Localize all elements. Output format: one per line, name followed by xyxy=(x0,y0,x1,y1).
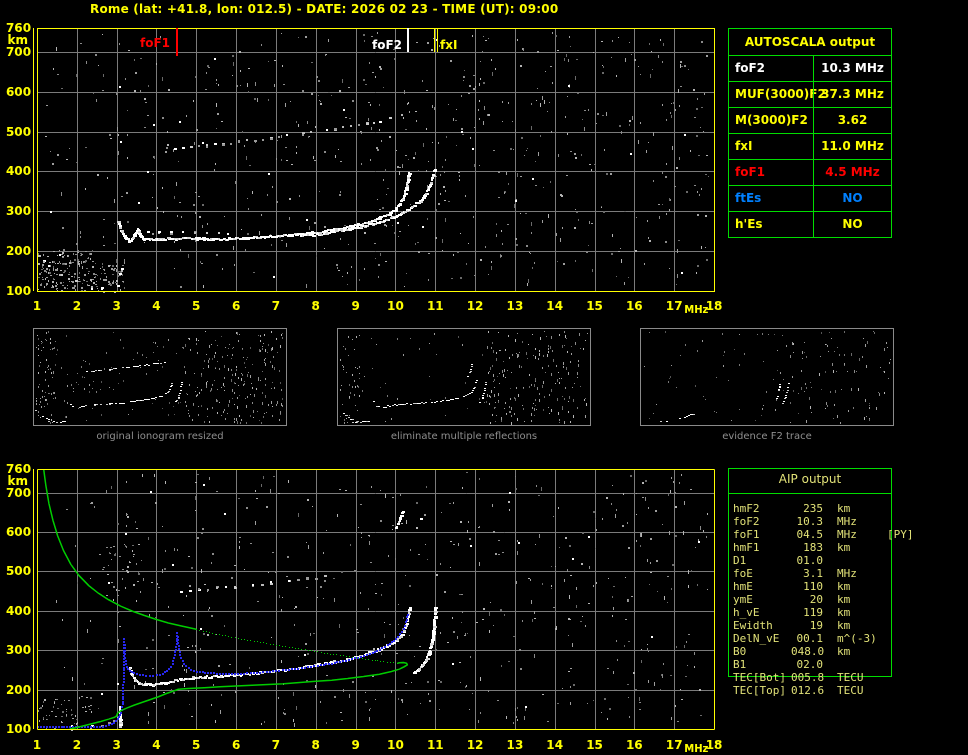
aip-row-unit: TECU xyxy=(837,684,864,697)
row-label: ftEs xyxy=(735,191,762,205)
aip-row-label: hmE xyxy=(733,580,753,593)
bottom-ionogram-plot-canvas xyxy=(0,458,730,755)
aip-row-value: 110 xyxy=(803,580,823,593)
aip-row-label: foF1 xyxy=(733,528,760,541)
aip-row-ewidth: Ewidth 19 km xyxy=(733,619,966,632)
aip-row-value: 005.8 xyxy=(791,671,825,684)
aip-row-unit: m^(-3) xyxy=(837,632,877,645)
aip-row-deln-ve: DelN_vE 00.1 m^(-3) xyxy=(733,632,966,645)
aip-row-label: hmF2 xyxy=(733,502,760,515)
aip-row-label: Ewidth xyxy=(733,619,773,632)
fxi-marker-label: fxI xyxy=(440,38,458,52)
aip-row-unit: km xyxy=(837,580,851,593)
aip-row-value: 3.1 xyxy=(803,567,823,580)
aip-row-label: B1 xyxy=(733,658,747,671)
aip-row-unit: km xyxy=(837,606,851,619)
aip-row-label: B0 xyxy=(733,645,747,658)
row-value: 4.5 MHz xyxy=(813,160,891,185)
row-value: NO xyxy=(813,186,891,211)
aip-row-label: hmF1 xyxy=(733,541,760,554)
aip-table-header: AIP output xyxy=(778,472,842,486)
aip-row-unit: km xyxy=(837,619,851,632)
aip-row-unit: km xyxy=(837,645,851,658)
aip-row-label: h_vE xyxy=(733,606,760,619)
aip-row-label: ymE xyxy=(733,593,753,606)
thumbnail-multiple-reflections-removed xyxy=(337,328,591,426)
row-label: foF1 xyxy=(735,165,766,179)
aip-row-value: 119 xyxy=(803,606,823,619)
aip-row-label: D1 xyxy=(733,554,747,567)
aip-row-note: [PY] xyxy=(887,528,914,541)
aip-row-fof1: foF1 04.5 MHz [PY] xyxy=(733,528,966,541)
row-label: M(3000)F2 xyxy=(735,113,808,127)
row-value: 11.0 MHz xyxy=(813,134,891,159)
aip-row-label: foE xyxy=(733,567,753,580)
aip-row-d1: D1 01.0 xyxy=(733,554,966,567)
aip-row-value: 20 xyxy=(809,593,823,606)
aip-row-value: 183 xyxy=(803,541,823,554)
aip-row-unit: km xyxy=(837,502,851,515)
aip-row-value: 00.1 xyxy=(796,632,824,645)
thumbnail-f2-trace-evidence xyxy=(640,328,894,426)
aip-row-value: 012.6 xyxy=(791,684,825,697)
aip-row-unit: MHz xyxy=(837,515,857,528)
table-row-hes: h'Es NO xyxy=(729,212,891,238)
aip-row-value: 048.0 xyxy=(791,645,825,658)
aip-row-h-ve: h_vE 119 km xyxy=(733,606,966,619)
aip-row-unit: TECU xyxy=(837,671,864,684)
aip-row-unit: MHz xyxy=(837,528,857,541)
aip-row-tec-bot-: TEC[Bot] 005.8 TECU xyxy=(733,671,966,684)
row-label: h'Es xyxy=(735,217,763,231)
top-ionogram-plot-canvas xyxy=(0,16,730,316)
aip-row-label: foF2 xyxy=(733,515,760,528)
fof1-marker-label: foF1 xyxy=(139,36,170,50)
aip-row-value: 19 xyxy=(809,619,823,632)
row-label: MUF(3000)F2 xyxy=(735,87,826,101)
aip-header-divider xyxy=(728,493,892,494)
aip-row-unit: MHz xyxy=(837,567,857,580)
row-value: 37.3 MHz xyxy=(813,82,891,107)
table-row-fof2: foF2 10.3 MHz xyxy=(729,56,891,82)
row-value: 3.62 xyxy=(813,108,891,133)
aip-row-hmf2: hmF2 235 km xyxy=(733,502,966,515)
aip-row-value: 04.5 xyxy=(796,528,824,541)
fof2-marker-label: foF2 xyxy=(371,38,402,52)
row-label: foF2 xyxy=(735,61,766,75)
aip-row-value: 235 xyxy=(803,502,823,515)
aip-row-unit: km xyxy=(837,541,851,554)
aip-output-table: hmF2 235 km foF2 10.3 MHz foF1 04.5 MHz [PY] hmF1 1… xyxy=(733,502,966,697)
table-row-fof1: foF1 4.5 MHz xyxy=(729,160,891,186)
aip-row-label: DelN_vE xyxy=(733,632,780,645)
autoscala-table-header: AUTOSCALA output xyxy=(729,29,891,56)
table-row-muf3000f2: MUF(3000)F2 37.3 MHz xyxy=(729,82,891,108)
thumbnail-caption-3: evidence F2 trace xyxy=(722,431,812,442)
row-value: NO xyxy=(813,212,891,238)
aip-row-b0: B0 048.0 km xyxy=(733,645,966,658)
thumbnail-original-ionogram xyxy=(33,328,287,426)
station-title: Rome (lat: +41.8, lon: 012.5) - DATE: 20… xyxy=(90,2,559,16)
aip-row-fof2: foF2 10.3 MHz xyxy=(733,515,966,528)
autoscala-output-table: AUTOSCALA output foF2 10.3 MHz MUF(3000)… xyxy=(728,28,892,238)
row-value: 10.3 MHz xyxy=(813,56,891,81)
aip-row-hme: hmE 110 km xyxy=(733,580,966,593)
row-label: fxI xyxy=(735,139,753,153)
aip-row-value: 10.3 xyxy=(796,515,824,528)
table-row-m3000f2: M(3000)F2 3.62 xyxy=(729,108,891,134)
aip-row-label: TEC[Top] xyxy=(733,684,786,697)
aip-row-label: TEC[Bot] xyxy=(733,671,786,684)
autoscala-window: Rome (lat: +41.8, lon: 012.5) - DATE: 20… xyxy=(0,0,968,755)
aip-row-unit: km xyxy=(837,593,851,606)
aip-row-foe: foE 3.1 MHz xyxy=(733,567,966,580)
aip-row-value: 02.0 xyxy=(796,658,824,671)
thumbnail-caption-1: original ionogram resized xyxy=(96,431,224,442)
aip-row-hmf1: hmF1 183 km xyxy=(733,541,966,554)
aip-row-tec-top-: TEC[Top] 012.6 TECU xyxy=(733,684,966,697)
table-row-fxi: fxI 11.0 MHz xyxy=(729,134,891,160)
aip-row-b1: B1 02.0 xyxy=(733,658,966,671)
thumbnail-caption-2: eliminate multiple reflections xyxy=(390,431,538,442)
aip-row-value: 01.0 xyxy=(796,554,824,567)
table-row-ftes: ftEs NO xyxy=(729,186,891,212)
aip-row-yme: ymE 20 km xyxy=(733,593,966,606)
